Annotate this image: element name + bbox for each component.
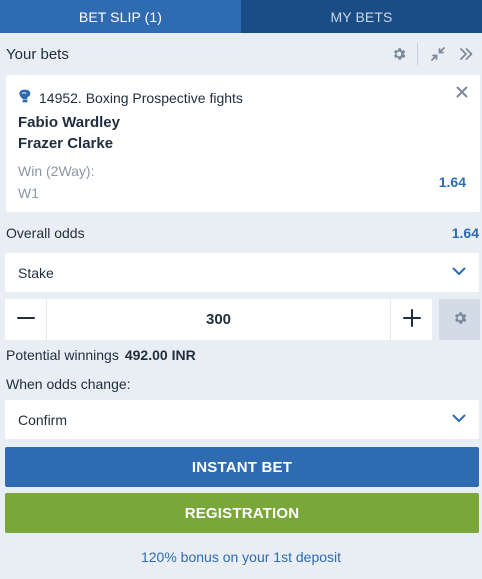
stake-dropdown-label: Stake [18,264,54,281]
overall-odds-value: 1.64 [451,225,479,241]
gear-icon [452,310,468,329]
potential-winnings-label: Potential winnings [6,347,119,363]
plus-icon [402,309,421,330]
boxing-glove-icon [17,88,33,107]
registration-button[interactable]: REGISTRATION [5,493,479,533]
potential-winnings: Potential winnings 492.00 INR [6,347,196,363]
overall-odds-label: Overall odds [6,225,85,241]
chevron-down-icon [451,410,467,429]
stake-dropdown[interactable]: Stake [5,253,479,292]
chevron-down-icon [451,263,467,282]
bet-event-header: 14952. Boxing Prospective fights [17,88,243,107]
odds-change-dropdown[interactable]: Confirm [5,400,479,439]
stake-amount-input[interactable]: 300 [46,299,391,340]
stake-settings-button[interactable] [439,299,480,340]
bet-outcome: W1 [18,185,39,201]
header-divider [417,43,418,65]
overall-odds-row: Overall odds 1.64 [6,225,479,241]
double-chevron-right-icon[interactable] [455,43,477,65]
bonus-link[interactable]: 120% bonus on your 1st deposit [0,549,482,565]
stake-stepper: 300 [5,299,481,340]
tab-my-bets[interactable]: MY BETS [241,0,482,33]
potential-winnings-value: 492.00 INR [124,347,196,363]
team-1-name: Fabio Wardley [18,114,120,131]
increase-stake-button[interactable] [391,299,432,340]
bet-event-title: 14952. Boxing Prospective fights [39,89,243,106]
odds-change-label: When odds change: [6,376,131,392]
remove-bet-close-icon[interactable] [454,84,470,100]
your-bets-header: Your bets [0,33,482,75]
odds-change-selected: Confirm [18,411,68,428]
tab-bar: BET SLIP (1) MY BETS [0,0,482,33]
your-bets-title: Your bets [6,45,69,63]
bet-card: 14952. Boxing Prospective fights Fabio W… [6,75,480,212]
decrease-stake-button[interactable] [5,299,46,340]
team-2-name: Frazer Clarke [18,135,114,152]
minus-icon [16,309,35,330]
collapse-icon[interactable] [427,43,449,65]
bet-market: Win (2Way): [18,163,95,179]
tab-bet-slip[interactable]: BET SLIP (1) [0,0,241,33]
settings-gear-icon[interactable] [388,43,410,65]
instant-bet-button[interactable]: INSTANT BET [5,447,479,487]
bet-odds: 1.64 [438,174,466,190]
